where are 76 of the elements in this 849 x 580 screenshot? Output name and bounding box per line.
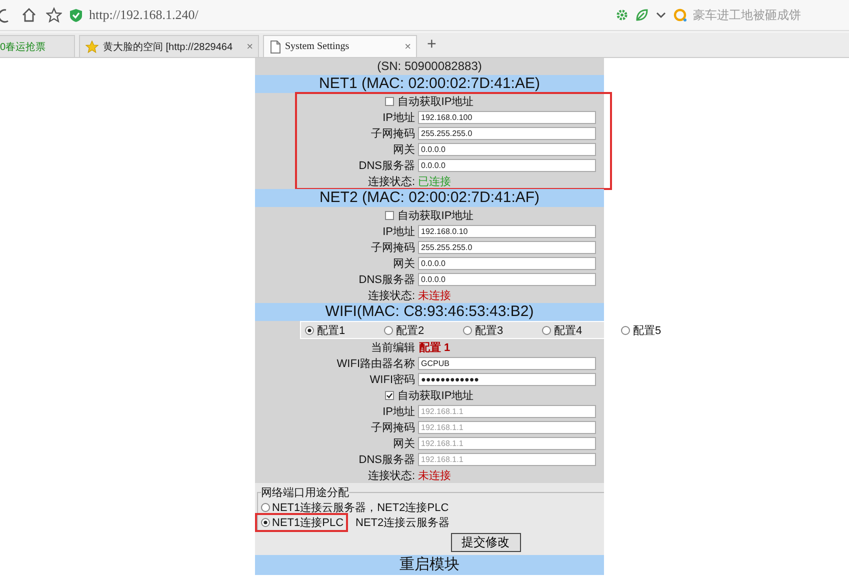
close-tab-button[interactable]: × — [404, 40, 411, 52]
field-label: 网关 — [392, 142, 415, 156]
group-title: 网络端口用途分配 — [261, 486, 349, 500]
input-field[interactable]: 255.255.255.0 — [418, 126, 596, 140]
radio-button[interactable] — [621, 326, 630, 334]
field-label: 子网掩码 — [370, 126, 415, 140]
browser-tab[interactable]: 0春运抢票 — [0, 35, 75, 57]
connection-status: 未连接 — [418, 468, 451, 482]
field-label: 网关 — [392, 436, 415, 450]
radio-button[interactable] — [305, 326, 314, 334]
section-title: 重启模块 — [400, 555, 460, 575]
radio-button[interactable] — [261, 518, 270, 527]
field-label: DNS服务器 — [358, 272, 415, 286]
input-field[interactable]: 0.0.0.0 — [418, 158, 596, 172]
search-icon[interactable] — [673, 8, 687, 22]
field-label: 子网掩码 — [370, 420, 415, 434]
serial-number: (SN: 50900082883) — [377, 58, 482, 75]
field-label: 网关 — [392, 256, 415, 270]
field-label: DNS服务器 — [358, 452, 415, 466]
radio-label: 配置3 — [475, 324, 504, 338]
browser-tab[interactable]: System Settings × — [263, 35, 417, 57]
radio-button[interactable] — [463, 326, 472, 334]
connection-status: 已连接 — [418, 174, 451, 188]
document-icon — [269, 40, 281, 54]
input-field[interactable]: GCPUB — [418, 356, 596, 370]
section-title: NET1 (MAC: 02:00:02:7D:41:AE) — [319, 75, 540, 93]
radio-label: NET1连接PLC — [272, 516, 344, 530]
status-label: 连接状态: — [366, 288, 415, 302]
radio-label-note: NET2连接云服务器 — [356, 516, 450, 530]
checkbox[interactable] — [385, 96, 394, 106]
input-field[interactable]: ●●●●●●●●●●●● — [418, 372, 596, 386]
radio-button[interactable] — [542, 326, 551, 334]
field-label: 当前编辑 — [370, 340, 415, 354]
input-field[interactable]: 255.255.255.0 — [418, 240, 596, 254]
field-label: IP地址 — [382, 224, 415, 238]
star-icon[interactable] — [46, 7, 62, 23]
current-profile: 配置 1 — [419, 340, 450, 354]
close-tab-button[interactable]: × — [246, 40, 253, 52]
input-field[interactable]: 0.0.0.0 — [418, 272, 596, 286]
input-field[interactable]: 0.0.0.0 — [418, 256, 596, 270]
field-label: DNS服务器 — [358, 158, 415, 172]
checkbox[interactable] — [385, 210, 394, 220]
radio-label: 配置1 — [317, 324, 346, 338]
input-field[interactable]: 192.168.0.100 — [418, 110, 596, 124]
radio-button[interactable] — [384, 326, 393, 334]
browser-tab[interactable]: 黄大脸的空间 [http://2829464 × — [79, 35, 259, 57]
radio-label: 配置5 — [633, 324, 662, 338]
section-title: NET2 (MAC: 02:00:02:7D:41:AF) — [319, 189, 540, 207]
checkbox-label: 自动获取IP地址 — [397, 94, 474, 108]
section-title: WIFI(MAC: C8:93:46:53:43:B2) — [325, 303, 534, 321]
address-bar[interactable]: http://192.168.1.240/ — [89, 7, 615, 23]
input-field[interactable]: 0.0.0.0 — [418, 142, 596, 156]
submit-button[interactable]: 提交修改 — [450, 533, 520, 552]
leaf-icon[interactable] — [635, 8, 649, 22]
reload-icon[interactable] — [0, 7, 9, 23]
field-label: WIFI路由器名称 — [336, 356, 415, 370]
radio-label: NET1连接云服务器，NET2连接PLC — [272, 500, 449, 515]
checkbox-label: 自动获取IP地址 — [397, 208, 474, 222]
radio-button[interactable] — [261, 503, 270, 512]
status-label: 连接状态: — [366, 468, 415, 482]
connection-status: 未连接 — [418, 288, 451, 302]
gear-icon[interactable] — [615, 8, 629, 22]
field-label: IP地址 — [382, 110, 415, 124]
shield-icon — [69, 8, 83, 22]
checkbox-label: 自动获取IP地址 — [397, 388, 474, 402]
status-label: 连接状态: — [366, 174, 415, 188]
checkbox[interactable] — [385, 390, 394, 400]
home-icon[interactable] — [21, 7, 37, 23]
field-label: IP地址 — [382, 404, 415, 418]
new-tab-button[interactable]: + — [421, 35, 442, 57]
field-label: 子网掩码 — [370, 240, 415, 254]
field-label: WIFI密码 — [368, 372, 415, 386]
star-icon — [85, 40, 99, 54]
radio-label: 配置4 — [554, 324, 582, 338]
radio-label: 配置2 — [396, 324, 424, 338]
input-field[interactable]: 192.168.0.10 — [418, 224, 596, 238]
